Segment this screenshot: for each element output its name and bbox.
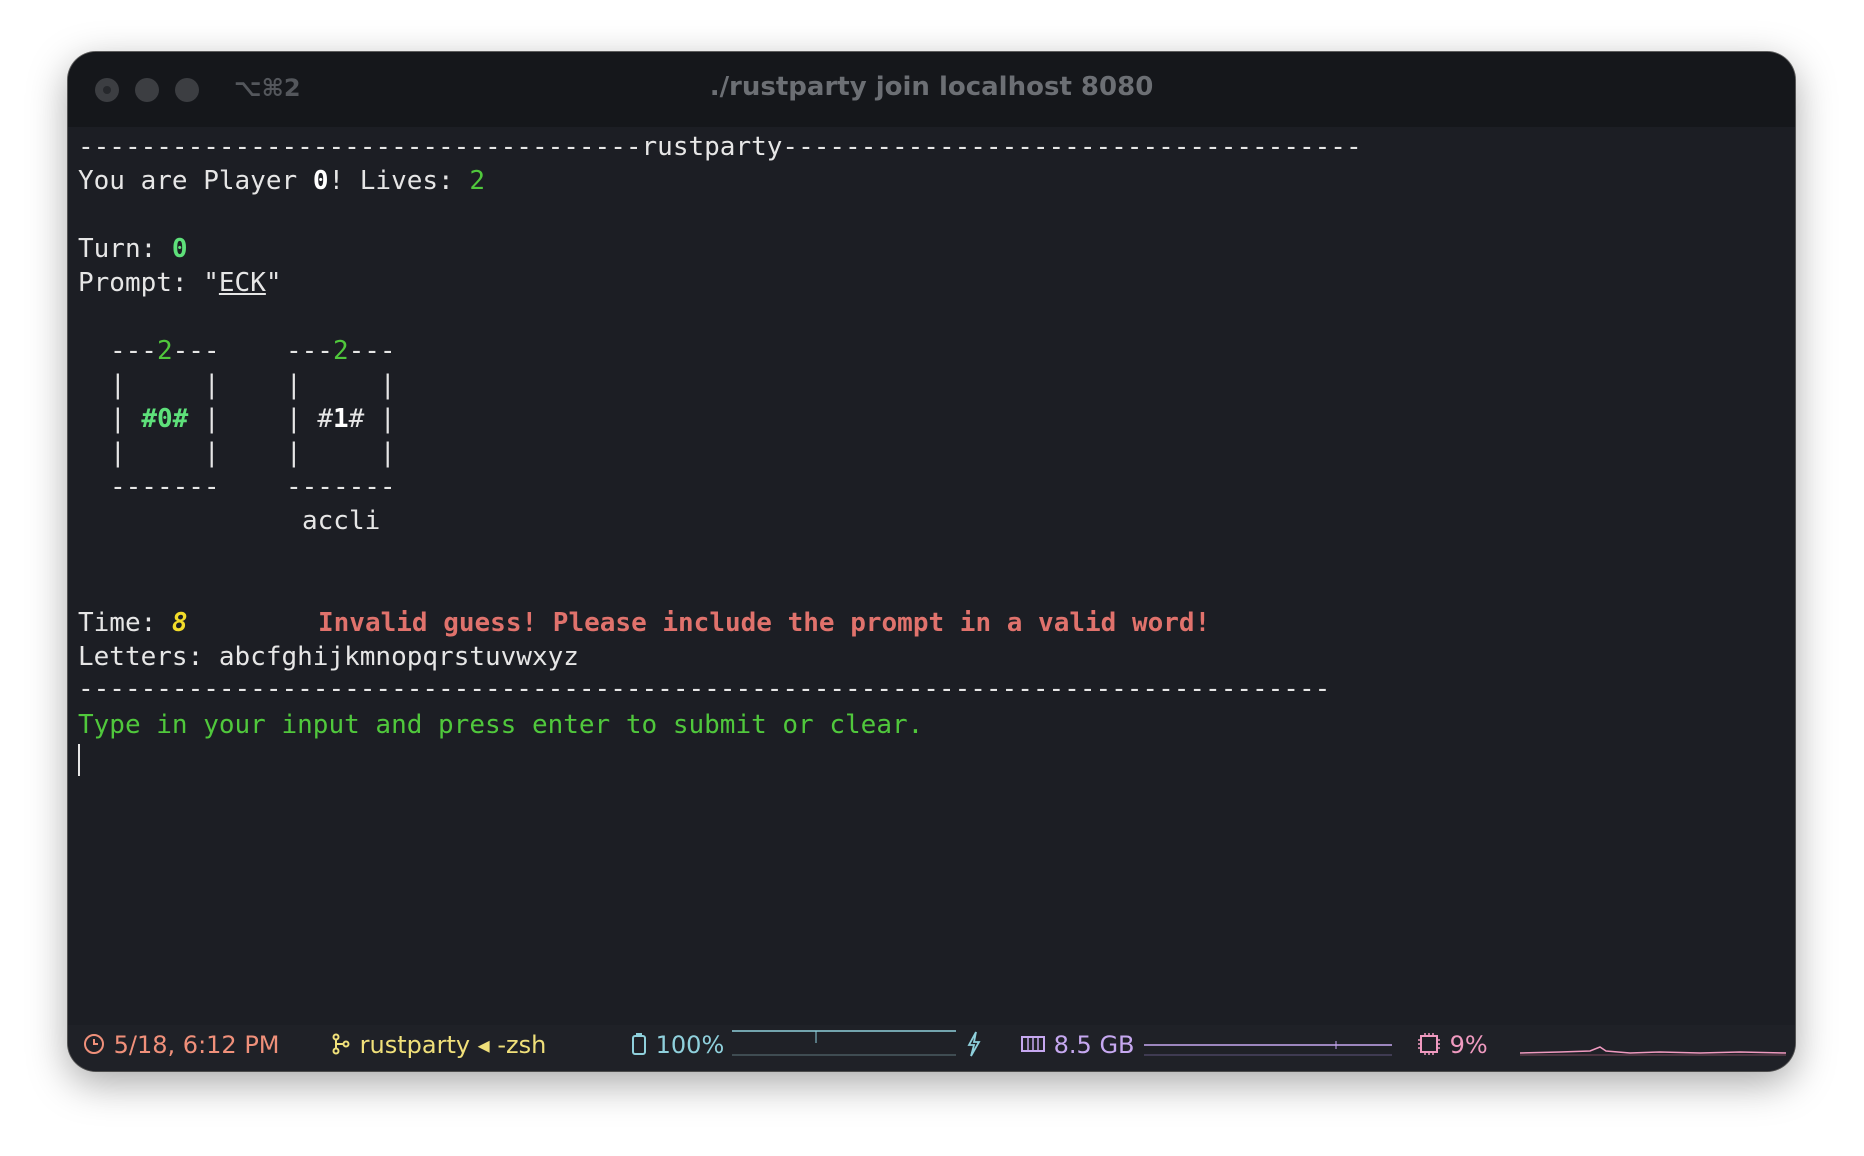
player-lives: 2 xyxy=(332,336,349,366)
window-title: ./rustparty join localhost 8080 xyxy=(709,72,1154,102)
status-bar: 5/18, 6:12 PM rustparty ◂ -zsh 100% 8.5 … xyxy=(68,1025,1795,1071)
input-instruction: Type in your input and press enter to su… xyxy=(78,710,924,740)
memory-graph xyxy=(1144,1041,1392,1056)
status-memory: 8.5 GB xyxy=(1020,1031,1135,1059)
cpu-graph xyxy=(1520,1046,1786,1056)
time-label: Time: 8 xyxy=(78,608,188,638)
player-id: #1# xyxy=(317,404,365,434)
separator-rule: ----------------------------------------… xyxy=(78,674,1331,704)
player-box-side: | | xyxy=(286,438,396,468)
git-branch-icon xyxy=(332,1033,350,1055)
player-box-top: ---2--- xyxy=(286,336,396,366)
battery-icon xyxy=(632,1033,646,1055)
prompt-value: ECK xyxy=(218,268,266,298)
terminal-window: ⌥⌘2 ./rustparty join localhost 8080 ----… xyxy=(68,52,1795,1071)
letters-line: Letters: abcfghijkmnopqrstuvwxyz xyxy=(78,642,579,672)
prompt-line: Prompt: "ECK" xyxy=(78,268,282,298)
player-info-line: You are Player 0! Lives: 2 xyxy=(78,166,486,196)
header-rule: ------------------------------------rust… xyxy=(78,132,1362,162)
battery-graph xyxy=(732,1030,956,1056)
turn-value: 0 xyxy=(171,234,188,264)
memory-icon xyxy=(1021,1036,1045,1052)
player-current-word: accli xyxy=(302,506,381,536)
player-box-id-line: | #1# | xyxy=(286,404,396,434)
time-value: 8 xyxy=(171,608,188,638)
error-message: Invalid guess! Please include the prompt… xyxy=(318,608,1211,638)
player-box-top: ---2--- xyxy=(110,336,220,366)
player-box-bottom: ------- xyxy=(286,472,396,502)
cpu-icon xyxy=(1418,1033,1440,1055)
player-box-side: | | xyxy=(286,370,396,400)
player-box-id-line: | #0# | xyxy=(110,404,220,434)
clock-icon xyxy=(84,1034,104,1054)
turn-line: Turn: 0 xyxy=(78,234,188,264)
charging-bolt-icon xyxy=(966,1031,982,1060)
player-lives: 2 xyxy=(156,336,173,366)
player-number: 0 xyxy=(312,166,329,196)
status-cpu: 9% xyxy=(1416,1031,1488,1059)
letters-value: abcfghijkmnopqrstuvwxyz xyxy=(218,642,579,672)
text-cursor[interactable] xyxy=(78,744,80,776)
status-battery: 100% xyxy=(630,1031,724,1059)
player-box-side: | | xyxy=(110,370,220,400)
status-directory: rustparty ◂ -zsh xyxy=(330,1031,546,1059)
player-box-bottom: ------- xyxy=(110,472,220,502)
header-title: rustparty xyxy=(641,132,783,162)
player-id: #0# xyxy=(141,404,189,434)
title-bar: ⌥⌘2 ./rustparty join localhost 8080 xyxy=(68,52,1795,127)
player-box-side: | | xyxy=(110,438,220,468)
status-datetime: 5/18, 6:12 PM xyxy=(82,1031,280,1059)
lives-value: 2 xyxy=(469,166,486,196)
